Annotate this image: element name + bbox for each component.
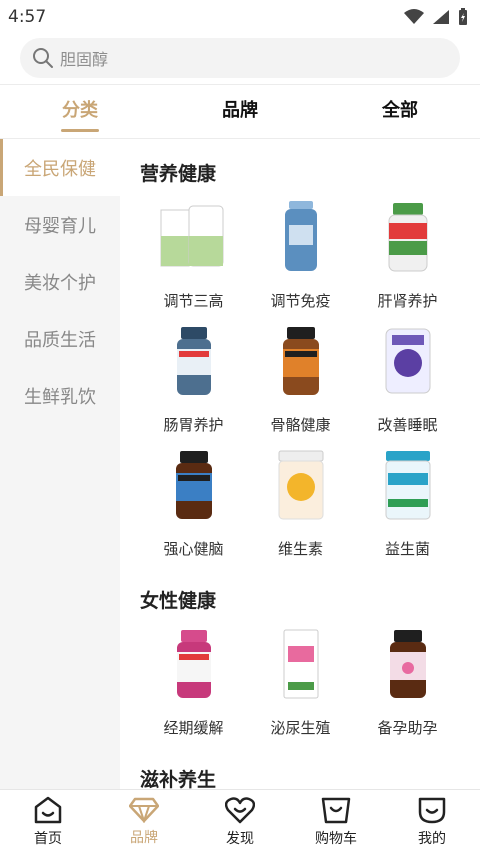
- category-label: 益生菌: [384, 540, 430, 558]
- product-thumb: [265, 194, 337, 280]
- category-cell[interactable]: 益生菌: [354, 442, 461, 566]
- nav-home[interactable]: 首页: [0, 796, 96, 848]
- nav-cart-label: 购物车: [315, 830, 357, 847]
- capsule-bottle-blue-icon: [284, 201, 317, 271]
- diamond-icon: [129, 797, 159, 823]
- product-thumb: [372, 442, 444, 528]
- wifi-icon: [404, 9, 424, 24]
- nutrition-grid: 调节三高 调节免疫 肝肾养护 肠胃养护 骨骼健康 改善睡眠 强心健脑 维生素 益…: [140, 194, 480, 566]
- category-cell[interactable]: 改善睡眠: [354, 318, 461, 442]
- category-label: 经期缓解: [163, 719, 224, 737]
- bottle-pink-icon: [176, 630, 211, 698]
- nav-discover[interactable]: 发现: [192, 796, 288, 848]
- content: 全民保健 母婴育儿 美妆个护 品质生活 生鲜乳饮 营养健康 调节三高 调节免疫: [0, 139, 480, 789]
- sidebar-item-baby[interactable]: 母婴育儿: [0, 196, 120, 253]
- bottle-green-label-icon: [388, 203, 427, 272]
- category-label: 肠胃养护: [163, 416, 224, 434]
- product-thumb: [372, 318, 444, 404]
- nav-brand[interactable]: 品牌: [96, 797, 192, 847]
- nav-home-label: 首页: [34, 830, 62, 847]
- category-cell[interactable]: 泌尿生殖: [247, 621, 354, 745]
- bottle-green-pack-icon: [160, 205, 223, 267]
- status-time: 4:57: [8, 7, 47, 27]
- box-pink-icon: [283, 629, 318, 699]
- category-label: 肝肾养护: [377, 292, 438, 310]
- category-cell[interactable]: 肝肾养护: [354, 194, 461, 318]
- nav-brand-label: 品牌: [130, 829, 158, 846]
- category-label: 泌尿生殖: [270, 719, 331, 737]
- section-title-nutrition: 营养健康: [140, 163, 217, 185]
- cart-icon: [321, 797, 351, 823]
- status-bar: 4:57: [0, 0, 480, 34]
- category-cell[interactable]: 维生素: [247, 442, 354, 566]
- bottom-nav: 首页 品牌 发现 购物车 我的: [0, 789, 480, 853]
- category-label: 调节免疫: [270, 292, 331, 310]
- product-thumb: [265, 318, 337, 404]
- battery-icon: [459, 8, 467, 25]
- heart-icon: [225, 796, 255, 823]
- category-label: 骨骼健康: [270, 416, 331, 434]
- bottle-brown-pink-icon: [389, 630, 426, 698]
- nav-profile[interactable]: 我的: [384, 796, 480, 848]
- product-thumb: [158, 621, 230, 707]
- nav-cart[interactable]: 购物车: [288, 796, 384, 848]
- sidebar-item-health[interactable]: 全民保健: [0, 139, 120, 196]
- search-placeholder: 胆固醇: [60, 50, 109, 69]
- women-grid: 经期缓解 泌尿生殖 备孕助孕: [140, 621, 480, 745]
- product-thumb: [158, 194, 230, 280]
- category-cell[interactable]: 调节三高: [140, 194, 247, 318]
- category-sidebar: 全民保健 母婴育儿 美妆个护 品质生活 生鲜乳饮: [0, 139, 120, 789]
- sidebar-item-lifestyle[interactable]: 品质生活: [0, 310, 120, 367]
- category-label: 改善睡眠: [377, 416, 438, 434]
- tab-all[interactable]: 全部: [340, 96, 460, 128]
- sidebar-item-beauty[interactable]: 美妆个护: [0, 253, 120, 310]
- category-cell[interactable]: 调节免疫: [247, 194, 354, 318]
- nav-profile-label: 我的: [418, 830, 446, 847]
- category-cell[interactable]: 经期缓解: [140, 621, 247, 745]
- category-cell[interactable]: 骨骼健康: [247, 318, 354, 442]
- top-tabs: 分类 品牌 全部: [0, 85, 480, 139]
- product-thumb: [158, 318, 230, 404]
- category-cell[interactable]: 备孕助孕: [354, 621, 461, 745]
- search-area: 胆固醇: [0, 34, 480, 84]
- product-thumb: [158, 442, 230, 528]
- status-icons: [404, 8, 468, 26]
- signal-icon: [433, 10, 449, 24]
- category-label: 备孕助孕: [377, 719, 438, 737]
- profile-icon: [418, 797, 446, 823]
- category-main: 营养健康 调节三高 调节免疫 肝肾养护 肠胃养护 骨骼健康 改善睡眠 强心健脑 …: [120, 139, 480, 789]
- nav-discover-label: 发现: [226, 830, 254, 847]
- category-cell[interactable]: 肠胃养护: [140, 318, 247, 442]
- jar-blue-green-icon: [385, 451, 430, 520]
- bottle-blue-brown-icon: [175, 451, 212, 519]
- category-label: 调节三高: [163, 292, 224, 310]
- product-thumb: [265, 442, 337, 528]
- section-title-women: 女性健康: [140, 590, 217, 612]
- bottle-orange-icon: [282, 327, 319, 395]
- tab-brand[interactable]: 品牌: [180, 96, 300, 128]
- product-thumb: [372, 194, 444, 280]
- search-icon: [33, 48, 53, 68]
- bottle-dark-blue-icon: [176, 327, 211, 395]
- category-cell[interactable]: 强心健脑: [140, 442, 247, 566]
- home-icon: [34, 796, 62, 823]
- search-input[interactable]: 胆固醇: [20, 38, 460, 78]
- tab-category[interactable]: 分类: [20, 96, 140, 128]
- category-label: 强心健脑: [163, 540, 224, 558]
- section-title-tonic: 滋补养生: [140, 769, 217, 789]
- product-thumb: [265, 621, 337, 707]
- product-thumb: [372, 621, 444, 707]
- category-label: 维生素: [277, 540, 323, 558]
- jar-purple-icon: [385, 328, 430, 394]
- jar-yellow-icon: [278, 450, 323, 520]
- sidebar-item-fresh[interactable]: 生鲜乳饮: [0, 367, 120, 424]
